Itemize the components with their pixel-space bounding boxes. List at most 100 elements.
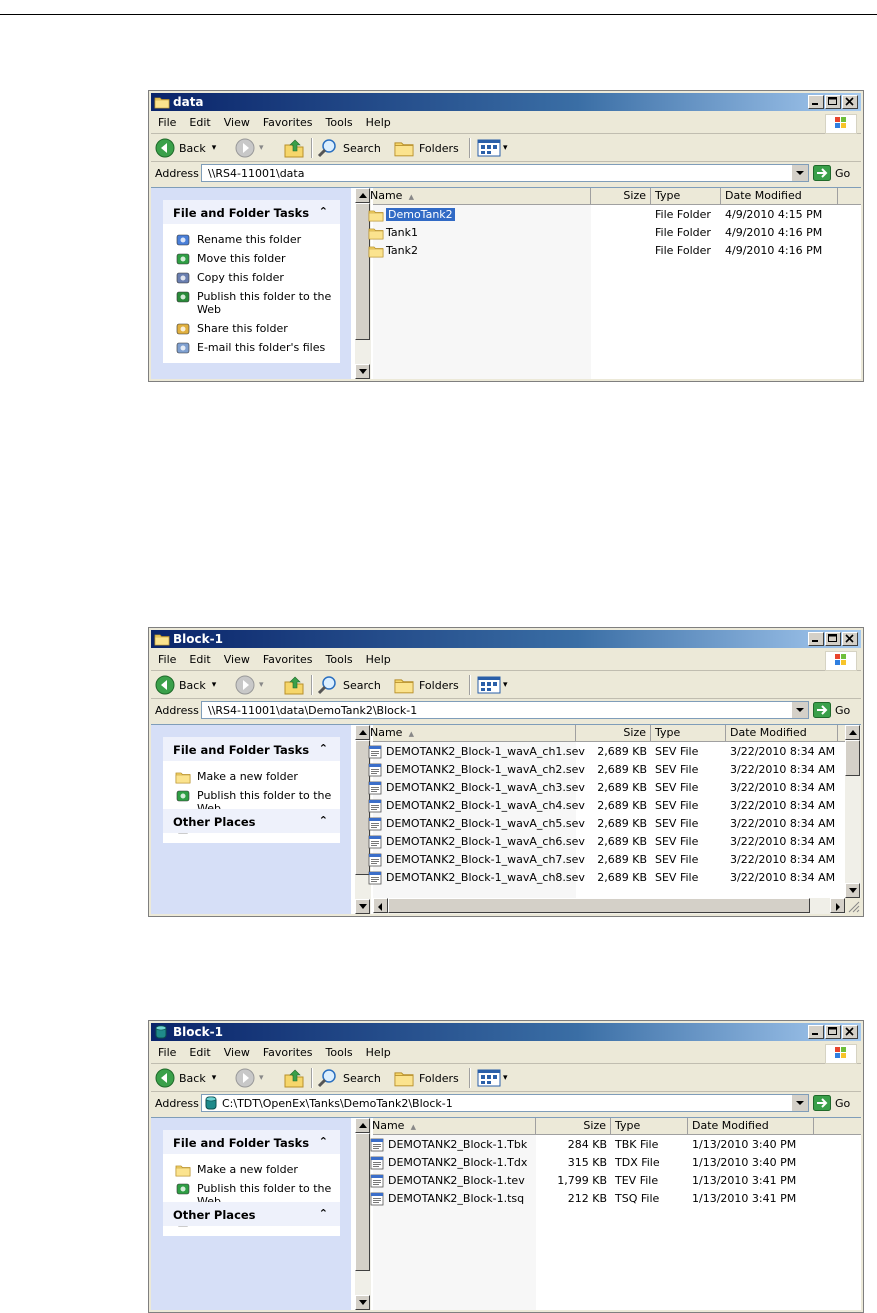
back-dropdown-icon[interactable]: ▾ bbox=[212, 680, 217, 690]
collapse-chevron-icon[interactable]: ⌃ bbox=[319, 814, 328, 827]
menu-file[interactable]: File bbox=[151, 1043, 182, 1059]
forward-button[interactable]: ▾ bbox=[235, 138, 264, 158]
search-button[interactable]: Search bbox=[317, 138, 381, 158]
task-link[interactable]: Publish this folder to the Web bbox=[163, 287, 340, 319]
table-row[interactable]: DEMOTANK2_Block-1_wavA_ch3.sev 2,689 KB SE… bbox=[368, 779, 861, 797]
go-button[interactable]: Go bbox=[813, 164, 850, 182]
views-dropdown-icon[interactable]: ▾ bbox=[503, 1073, 508, 1083]
column-header-size[interactable]: Size bbox=[576, 725, 651, 741]
menu-edit[interactable]: Edit bbox=[182, 650, 216, 666]
other-places-header[interactable]: Other Places ⌃ bbox=[163, 809, 340, 833]
menu-help[interactable]: Help bbox=[359, 650, 397, 666]
go-button[interactable]: Go bbox=[813, 1094, 850, 1112]
address-input[interactable]: \\RS4-11001\data\DemoTank2\Block-1 bbox=[201, 701, 809, 719]
column-header-type[interactable]: Type bbox=[651, 188, 721, 204]
close-button[interactable] bbox=[842, 632, 858, 646]
menu-favorites[interactable]: Favorites bbox=[256, 650, 319, 666]
table-row[interactable]: DEMOTANK2_Block-1_wavA_ch6.sev 2,689 KB SE… bbox=[368, 833, 861, 851]
scroll-down-button[interactable] bbox=[845, 883, 860, 898]
minimize-button[interactable] bbox=[808, 95, 824, 109]
forward-dropdown-icon[interactable]: ▾ bbox=[259, 1073, 264, 1083]
tasks-header[interactable]: File and Folder Tasks ⌃ bbox=[163, 737, 340, 761]
folders-button[interactable]: Folders bbox=[393, 138, 459, 158]
column-header-date-modified[interactable]: Date Modified bbox=[688, 1118, 814, 1134]
scroll-thumb[interactable] bbox=[355, 203, 370, 340]
table-row[interactable]: DEMOTANK2_Block-1.Tbk 284 KB TBK File 1/13/… bbox=[370, 1136, 861, 1154]
forward-dropdown-icon[interactable]: ▾ bbox=[259, 143, 264, 153]
scroll-down-button[interactable] bbox=[355, 899, 370, 914]
table-row[interactable]: DEMOTANK2_Block-1_wavA_ch4.sev 2,689 KB SE… bbox=[368, 797, 861, 815]
table-row[interactable]: DEMOTANK2_Block-1_wavA_ch8.sev 2,689 KB SE… bbox=[368, 869, 861, 887]
scroll-down-button[interactable] bbox=[355, 364, 370, 379]
views-button[interactable]: ▾ bbox=[477, 1068, 508, 1088]
tasks-header[interactable]: File and Folder Tasks ⌃ bbox=[163, 200, 340, 224]
scroll-left-button[interactable] bbox=[373, 898, 388, 913]
maximize-button[interactable] bbox=[825, 1025, 841, 1039]
menu-help[interactable]: Help bbox=[359, 1043, 397, 1059]
task-link[interactable]: Share this folder bbox=[163, 319, 340, 338]
minimize-button[interactable] bbox=[808, 1025, 824, 1039]
scroll-thumb[interactable] bbox=[355, 1133, 370, 1271]
close-button[interactable] bbox=[842, 1025, 858, 1039]
views-dropdown-icon[interactable]: ▾ bbox=[503, 680, 508, 690]
scroll-thumb[interactable] bbox=[845, 740, 860, 776]
table-row[interactable]: DEMOTANK2_Block-1.Tdx 315 KB TDX File 1/13/… bbox=[370, 1154, 861, 1172]
back-dropdown-icon[interactable]: ▾ bbox=[212, 1073, 217, 1083]
file-list-horizontal-scrollbar[interactable] bbox=[373, 898, 845, 914]
views-dropdown-icon[interactable]: ▾ bbox=[503, 143, 508, 153]
table-row[interactable]: DEMOTANK2_Block-1_wavA_ch1.sev 2,689 KB SE… bbox=[368, 743, 861, 761]
menu-tools[interactable]: Tools bbox=[319, 650, 359, 666]
scroll-up-button[interactable] bbox=[845, 725, 860, 740]
task-pane-scrollbar[interactable] bbox=[355, 1118, 371, 1310]
menu-favorites[interactable]: Favorites bbox=[256, 1043, 319, 1059]
search-button[interactable]: Search bbox=[317, 1068, 381, 1088]
table-row[interactable]: DemoTank2 File Folder 4/9/2010 4:15 PM bbox=[368, 206, 861, 224]
forward-button[interactable]: ▾ bbox=[235, 1068, 264, 1088]
column-header-name[interactable]: Name ▲ bbox=[366, 188, 591, 204]
table-row[interactable]: DEMOTANK2_Block-1.tev 1,799 KB TEV File 1/1… bbox=[370, 1172, 861, 1190]
maximize-button[interactable] bbox=[825, 632, 841, 646]
scroll-down-button[interactable] bbox=[355, 1295, 370, 1310]
address-dropdown-button[interactable] bbox=[791, 1095, 808, 1111]
menu-view[interactable]: View bbox=[217, 1043, 256, 1059]
menu-favorites[interactable]: Favorites bbox=[256, 113, 319, 129]
column-header-date-modified[interactable]: Date Modified bbox=[726, 725, 838, 741]
table-row[interactable]: DEMOTANK2_Block-1.tsq 212 KB TSQ File 1/13/… bbox=[370, 1190, 861, 1208]
column-header-date-modified[interactable]: Date Modified bbox=[721, 188, 838, 204]
menu-tools[interactable]: Tools bbox=[319, 113, 359, 129]
resize-grip-icon[interactable] bbox=[845, 898, 861, 914]
task-link[interactable]: Make a new folder bbox=[163, 767, 340, 786]
views-button[interactable]: ▾ bbox=[477, 675, 508, 695]
menu-view[interactable]: View bbox=[217, 650, 256, 666]
column-header-name[interactable]: Name ▲ bbox=[366, 725, 576, 741]
table-row[interactable]: DEMOTANK2_Block-1_wavA_ch5.sev 2,689 KB SE… bbox=[368, 815, 861, 833]
minimize-button[interactable] bbox=[808, 632, 824, 646]
file-list-vertical-scrollbar[interactable] bbox=[845, 725, 861, 898]
table-row[interactable]: DEMOTANK2_Block-1_wavA_ch2.sev 2,689 KB SE… bbox=[368, 761, 861, 779]
task-link[interactable]: Rename this folder bbox=[163, 230, 340, 249]
column-header-type[interactable]: Type bbox=[611, 1118, 688, 1134]
back-button[interactable]: Back ▾ bbox=[155, 675, 216, 695]
back-button[interactable]: Back ▾ bbox=[155, 1068, 216, 1088]
back-button[interactable]: Back ▾ bbox=[155, 138, 216, 158]
column-header-size[interactable]: Size bbox=[591, 188, 651, 204]
menu-edit[interactable]: Edit bbox=[182, 113, 216, 129]
table-row[interactable]: DEMOTANK2_Block-1_wavA_ch7.sev 2,689 KB SE… bbox=[368, 851, 861, 869]
up-folder-button[interactable] bbox=[283, 1068, 305, 1088]
task-link[interactable]: Move this folder bbox=[163, 249, 340, 268]
folders-button[interactable]: Folders bbox=[393, 675, 459, 695]
menu-tools[interactable]: Tools bbox=[319, 1043, 359, 1059]
task-link[interactable]: Copy this folder bbox=[163, 268, 340, 287]
maximize-button[interactable] bbox=[825, 95, 841, 109]
menu-view[interactable]: View bbox=[217, 113, 256, 129]
collapse-chevron-icon[interactable]: ⌃ bbox=[319, 742, 328, 755]
column-header-name[interactable]: Name ▲ bbox=[368, 1118, 536, 1134]
menu-help[interactable]: Help bbox=[359, 113, 397, 129]
table-row[interactable]: Tank2 File Folder 4/9/2010 4:16 PM bbox=[368, 242, 861, 260]
folders-button[interactable]: Folders bbox=[393, 1068, 459, 1088]
go-button[interactable]: Go bbox=[813, 701, 850, 719]
up-folder-button[interactable] bbox=[283, 675, 305, 695]
collapse-chevron-icon[interactable]: ⌃ bbox=[319, 205, 328, 218]
address-input[interactable]: C:\TDT\OpenEx\Tanks\DemoTank2\Block-1 bbox=[201, 1094, 809, 1112]
address-dropdown-button[interactable] bbox=[791, 165, 808, 181]
